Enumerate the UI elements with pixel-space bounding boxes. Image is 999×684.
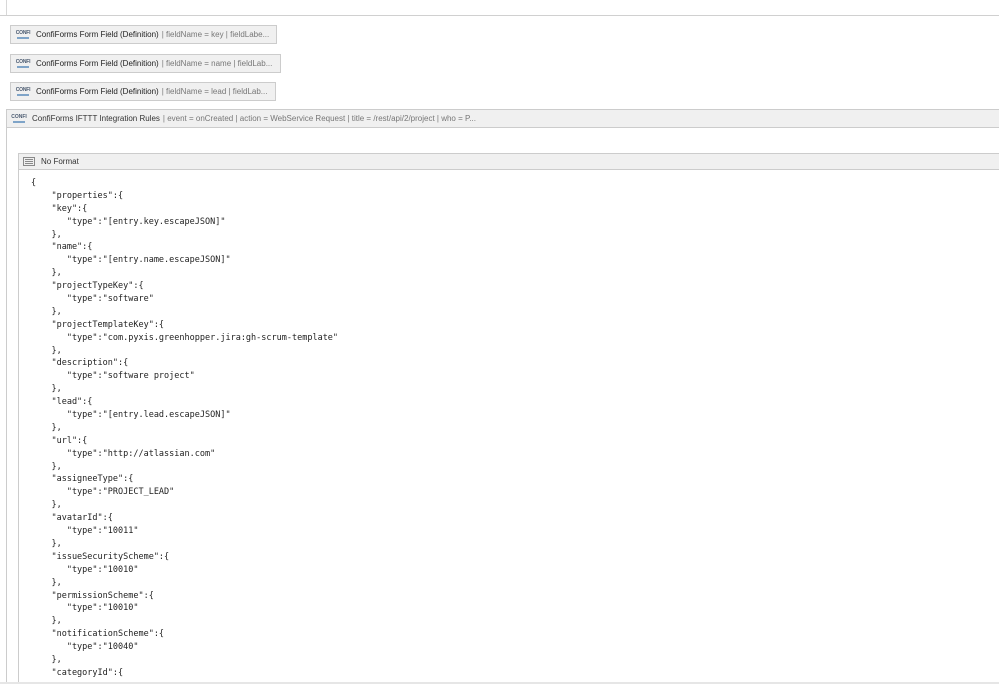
code-line: "type":"10010" [31, 603, 139, 614]
noformat-icon [23, 157, 35, 166]
code-line: "issueSecurityScheme":{ [31, 551, 170, 562]
code-line: "type":"software project" [31, 371, 195, 382]
code-block[interactable]: { "properties":{ "key":{ "type":"[entry.… [31, 177, 338, 680]
code-line: "type":"[entry.name.escapeJSON]" [31, 255, 231, 266]
code-line: }, [31, 461, 62, 472]
code-line: "assigneeType":{ [31, 474, 134, 485]
macro-name: ConfiForms Form Field (Definition) [36, 30, 159, 39]
code-line: "type":"10011" [31, 526, 139, 537]
macro-name: ConfiForms Form Field (Definition) [36, 59, 159, 68]
code-line: }, [31, 538, 62, 549]
code-line: { [31, 178, 37, 188]
code-line: "key":{ [31, 203, 88, 214]
noformat-label: No Format [41, 157, 79, 166]
confiforms-logo-icon: CONFI [14, 28, 32, 41]
noformat-macro-header[interactable]: No Format [18, 153, 999, 170]
ifttt-macro-params: | event = onCreated | action = WebServic… [162, 114, 476, 123]
confiforms-logo-icon: CONFI [10, 112, 28, 125]
code-line: "type":"[entry.key.escapeJSON]" [31, 216, 226, 227]
confiforms-logo-icon: CONFI [14, 85, 32, 98]
code-line: "properties":{ [31, 190, 124, 201]
code-line: "type":"PROJECT_LEAD" [31, 487, 175, 498]
code-line: "avatarId":{ [31, 513, 113, 524]
code-line: }, [31, 345, 62, 356]
code-line: "name":{ [31, 242, 93, 253]
confiforms-field-macro-name[interactable]: CONFI ConfiForms Form Field (Definition)… [10, 54, 281, 73]
code-line: }, [31, 384, 62, 395]
code-line: "type":"software" [31, 294, 154, 305]
code-line: "url":{ [31, 435, 88, 446]
code-line: }, [31, 616, 62, 627]
code-line: }, [31, 306, 62, 317]
code-line: }, [31, 422, 62, 433]
code-line: "type":"com.pyxis.greenhopper.jira:gh-sc… [31, 332, 339, 343]
confiforms-field-macro-key[interactable]: CONFI ConfiForms Form Field (Definition)… [10, 25, 277, 44]
macro-name: ConfiForms Form Field (Definition) [36, 87, 159, 96]
code-line: "type":"10040" [31, 642, 139, 653]
macro-params: | fieldName = name | fieldLab... [161, 59, 273, 68]
confiforms-logo-icon: CONFI [14, 57, 32, 70]
macro-params: | fieldName = key | fieldLabe... [161, 30, 270, 39]
code-line: "projectTemplateKey":{ [31, 319, 165, 330]
code-line: "lead":{ [31, 397, 93, 408]
code-line: "description":{ [31, 358, 129, 369]
code-line: "permissionScheme":{ [31, 590, 154, 601]
code-line: "categoryId":{ [31, 667, 124, 678]
confiforms-field-macro-lead[interactable]: CONFI ConfiForms Form Field (Definition)… [10, 82, 276, 101]
ifttt-macro-name: ConfiForms IFTTT Integration Rules [32, 114, 160, 123]
code-line: "projectTypeKey":{ [31, 281, 144, 292]
code-line: "notificationScheme":{ [31, 629, 165, 640]
code-line: }, [31, 654, 62, 665]
code-line: "type":"10010" [31, 564, 139, 575]
code-line: }, [31, 268, 62, 279]
code-line: }, [31, 500, 62, 511]
editor-top-frame-inner [6, 0, 999, 15]
code-line: "type":"[entry.lead.escapeJSON]" [31, 410, 231, 421]
code-line: }, [31, 577, 62, 588]
code-line: }, [31, 229, 62, 240]
editor-top-frame [0, 0, 999, 16]
macro-params: | fieldName = lead | fieldLab... [161, 87, 268, 96]
confiforms-ifttt-macro[interactable]: CONFI ConfiForms IFTTT Integration Rules… [6, 109, 999, 128]
code-line: "type":"http://atlassian.com" [31, 448, 216, 459]
